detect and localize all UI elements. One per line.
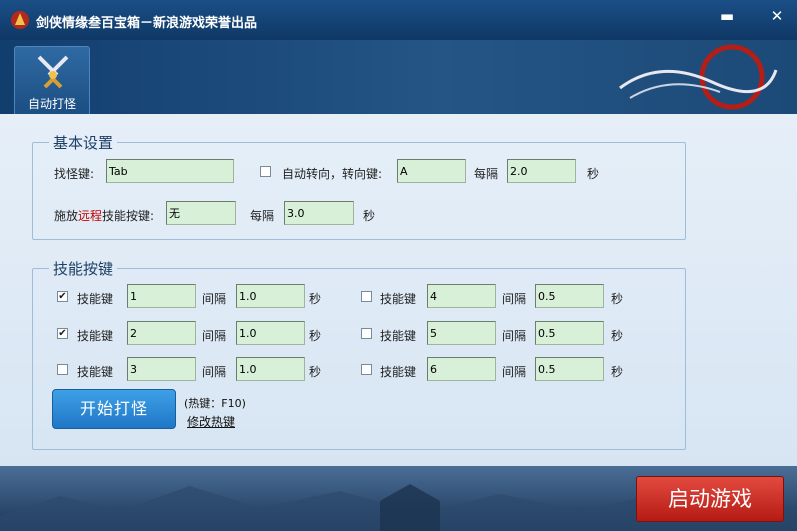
skill-key-label-1: 技能键 (77, 292, 114, 306)
skill-keys-title: 技能按键 (53, 260, 114, 278)
auto-fight-tab[interactable]: 自动打怪 (14, 46, 90, 115)
turn-interval-input[interactable] (507, 159, 576, 183)
check-mark-icon: ✔ (58, 291, 67, 302)
skill-key-label-5: 技能键 (380, 329, 417, 343)
skill-interval-input-3[interactable] (236, 357, 305, 381)
skill-key-input-4[interactable] (427, 284, 496, 308)
skill-interval-label-6: 间隔 (502, 365, 527, 379)
skill-interval-input-2[interactable] (236, 321, 305, 345)
skill-key-input-2[interactable] (127, 321, 196, 345)
cast-label-pre: 施放 (54, 209, 79, 223)
skill-interval-input-5[interactable] (535, 321, 604, 345)
skill-sec-label-4: 秒 (611, 292, 624, 306)
title-bar: 剑侠情缘叁百宝箱－新浪游戏荣誉出品 ▬ ✕ (0, 0, 797, 40)
cast-sec-label: 秒 (363, 209, 376, 223)
skill-sec-label-2: 秒 (309, 329, 322, 343)
skill-key-input-6[interactable] (427, 357, 496, 381)
app-icon (11, 11, 29, 29)
skill-key-input-1[interactable] (127, 284, 196, 308)
game-logo (619, 44, 778, 110)
cast-interval-input[interactable] (284, 201, 354, 225)
skill-interval-input-4[interactable] (535, 284, 604, 308)
turn-key-input[interactable] (397, 159, 466, 183)
auto-turn-label: 自动转向，转向键: (282, 167, 383, 181)
turn-sec-label: 秒 (587, 167, 600, 181)
edit-hotkey-link[interactable]: 修改热键 (187, 413, 235, 430)
cast-key-label: 施放远程技能按键: (54, 207, 154, 224)
window-title: 剑侠情缘叁百宝箱－新浪游戏荣誉出品 (36, 16, 258, 31)
skill-sec-label-5: 秒 (611, 329, 624, 343)
skill-interval-label-4: 间隔 (502, 292, 527, 306)
start-fight-button[interactable]: 开始打怪 (52, 389, 176, 429)
skill-sec-label-6: 秒 (611, 365, 624, 379)
crossed-swords-icon (37, 55, 69, 89)
cast-label-ranged: 远程 (78, 209, 103, 223)
close-button[interactable]: ✕ (766, 5, 788, 27)
skill-key-label-3: 技能键 (77, 365, 114, 379)
skill-interval-label-3: 间隔 (202, 365, 227, 379)
skill-checkbox-2[interactable]: ✔ (57, 328, 68, 339)
skill-checkbox-5[interactable] (361, 328, 372, 339)
skill-interval-label-1: 间隔 (202, 292, 227, 306)
skill-interval-label-2: 间隔 (202, 329, 227, 343)
skill-interval-label-5: 间隔 (502, 329, 527, 343)
skill-key-label-4: 技能键 (380, 292, 417, 306)
find-key-input[interactable] (106, 159, 234, 183)
turn-every-label: 每隔 (474, 167, 499, 181)
hotkey-hint: (热键：F10) (184, 397, 246, 410)
skill-key-label-2: 技能键 (77, 329, 114, 343)
cast-key-input[interactable] (166, 201, 236, 225)
skill-checkbox-1[interactable]: ✔ (57, 291, 68, 302)
skill-checkbox-4[interactable] (361, 291, 372, 302)
toolbar: 自动打怪 (0, 40, 797, 115)
basic-settings-title: 基本设置 (53, 134, 114, 152)
skill-checkbox-6[interactable] (361, 364, 372, 375)
footer: 启动游戏 (0, 466, 797, 531)
skill-key-input-3[interactable] (127, 357, 196, 381)
cast-label-post: 技能按键: (102, 209, 155, 223)
skill-interval-input-1[interactable] (236, 284, 305, 308)
main-panel: 基本设置 找怪键: 自动转向，转向键: 每隔 秒 施放远程技能按键: 每隔 秒 … (0, 114, 797, 466)
check-mark-icon: ✔ (58, 328, 67, 339)
launch-game-button[interactable]: 启动游戏 (636, 476, 784, 522)
skill-key-label-6: 技能键 (380, 365, 417, 379)
cast-every-label: 每隔 (250, 209, 275, 223)
find-key-label: 找怪键: (54, 167, 95, 181)
skill-sec-label-1: 秒 (309, 292, 322, 306)
minimize-button[interactable]: ▬ (716, 5, 738, 27)
skill-sec-label-3: 秒 (309, 365, 322, 379)
auto-fight-label: 自动打怪 (27, 97, 76, 111)
auto-turn-checkbox[interactable] (260, 166, 271, 177)
skill-interval-input-6[interactable] (535, 357, 604, 381)
skill-checkbox-3[interactable] (57, 364, 68, 375)
skill-key-input-5[interactable] (427, 321, 496, 345)
